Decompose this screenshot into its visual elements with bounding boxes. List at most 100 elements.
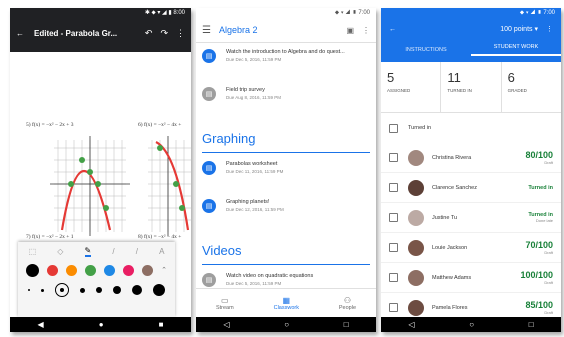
student-name: Matthew Adams <box>432 274 472 281</box>
size-3-selected[interactable] <box>54 283 69 297</box>
app-header: ☰ Algebra 2 ▣ ⋮ <box>196 18 376 42</box>
tab-instructions[interactable]: INSTRUCTIONS <box>381 47 471 53</box>
marker-icon[interactable]: / <box>112 247 114 256</box>
assignment-title: Watch video on quadratic equations <box>226 273 314 279</box>
more-vert-icon[interactable]: ⋮ <box>546 25 553 33</box>
back-arrow-icon[interactable]: ← <box>16 29 24 38</box>
student-checkbox[interactable] <box>389 243 398 252</box>
back-nav-icon[interactable]: ◁ <box>408 320 414 329</box>
student-checkbox[interactable] <box>389 153 398 162</box>
color-orange[interactable] <box>66 264 78 276</box>
grade-status: Draft <box>544 160 553 165</box>
size-6[interactable] <box>113 286 122 294</box>
pen-icon[interactable]: ✎ <box>84 246 92 257</box>
student-grade: 85/100 <box>525 300 553 310</box>
worksheet-canvas[interactable]: 5) f(x) = −x² − 2x + 3 6) f(x) = −x² − 4… <box>10 52 191 272</box>
student-name: Pamela Flores <box>432 304 468 311</box>
tab-classwork[interactable]: ▦ Classwork <box>274 296 299 311</box>
more-vert-icon[interactable]: ⋮ <box>362 26 370 35</box>
more-vert-icon[interactable]: ⋮ <box>176 28 185 39</box>
color-blue[interactable] <box>104 264 116 276</box>
highlighter-icon[interactable]: / <box>136 247 138 256</box>
stat-number: 5 <box>387 70 395 85</box>
recents-nav-icon[interactable]: ■ <box>159 320 164 329</box>
size-5[interactable] <box>96 287 103 293</box>
back-nav-icon[interactable]: ◀ <box>38 320 44 329</box>
size-8[interactable] <box>153 284 166 296</box>
status-bar: ⬥ ▾ ◢ ▮ 7:00 <box>519 10 555 16</box>
student-row[interactable]: Louie Jackson 70/100 Draft <box>381 233 561 263</box>
due-date: Due Aug 8, 2016, 11:59 PM <box>226 95 281 100</box>
assignment-item[interactable]: ▤ Parabolas worksheet Due Dec 11, 2016, 1… <box>196 155 376 193</box>
student-checkbox[interactable] <box>389 213 398 222</box>
student-checkbox[interactable] <box>389 303 398 312</box>
grade-status: Draft <box>544 250 553 255</box>
stream-icon: ▭ <box>221 295 229 305</box>
student-row[interactable]: Christina Rivera 80/100 Draft <box>381 143 561 173</box>
turned-in-header: Turned in <box>381 113 561 143</box>
student-grade: 70/100 <box>525 240 553 250</box>
eraser-icon[interactable]: ◇ <box>57 247 63 256</box>
tab-stream[interactable]: ▭ Stream <box>216 296 234 311</box>
menu-icon[interactable]: ☰ <box>202 25 211 36</box>
color-red[interactable] <box>47 264 59 276</box>
dropdown-arrow-icon: ▾ <box>534 26 538 33</box>
back-nav-icon[interactable]: ◁ <box>223 320 229 329</box>
assignment-item[interactable]: ▤ Field trip survey Due Aug 8, 2016, 11:5… <box>196 81 376 119</box>
back-arrow-icon[interactable]: ← <box>389 26 396 33</box>
student-checkbox[interactable] <box>389 273 398 282</box>
redo-icon[interactable]: ↷ <box>160 28 168 39</box>
student-row[interactable]: Matthew Adams 100/100 Draft <box>381 263 561 293</box>
student-row[interactable]: Clarence Sanchez Turned in <box>381 173 561 203</box>
recents-nav-icon[interactable]: □ <box>344 320 349 329</box>
phone-student-work: ⬥ ▾ ◢ ▮ 7:00 ← 100 points ▾ ⋮ INSTRUCTIO… <box>381 8 561 332</box>
select-all-checkbox[interactable] <box>389 123 398 133</box>
size-2[interactable] <box>40 288 44 292</box>
phone-drawing-editor: ✱ ⬥ ▾ ◢ ▮ 8:00 ← Edited - Parabola Gr...… <box>10 8 191 332</box>
student-name: Clarence Sanchez <box>432 184 477 191</box>
stat-number: 6 <box>507 70 515 85</box>
app-header: ✱ ⬥ ▾ ◢ ▮ 8:00 ← Edited - Parabola Gr...… <box>10 8 191 52</box>
student-checkbox[interactable] <box>389 183 398 192</box>
avatar <box>408 269 424 286</box>
home-nav-icon[interactable]: ○ <box>469 320 474 329</box>
chevron-up-icon[interactable]: ⌃ <box>161 266 167 274</box>
color-black[interactable] <box>26 263 39 277</box>
calendar-icon[interactable]: ▣ <box>346 26 354 35</box>
classwork-icon: ▦ <box>282 295 291 305</box>
assignment-item[interactable]: ▤ Watch the introduction to Algebra and … <box>196 43 376 81</box>
student-row[interactable]: Justine Tu Turned in Done late <box>381 203 561 233</box>
material-icon: ▤ <box>202 273 216 287</box>
size-4[interactable] <box>79 287 85 293</box>
stat-assigned[interactable]: 5 ASSIGNED <box>381 62 442 112</box>
tab-people-label: People <box>338 304 357 311</box>
select-tool-icon[interactable]: ⬚ <box>29 247 37 256</box>
color-brown[interactable] <box>142 264 154 276</box>
status-bar: ⬥ ▾ ◢ ▮ 7:00 <box>334 10 370 16</box>
stat-graded[interactable]: 6 GRADED <box>502 62 561 112</box>
size-1[interactable] <box>27 289 30 291</box>
assignment-item[interactable]: ▤ Graphing planets! Due Dec 12, 2016, 11:… <box>196 193 376 231</box>
avatar <box>408 299 424 316</box>
stat-label: TURNED IN <box>447 88 472 93</box>
tab-people[interactable]: ⚇ People <box>339 296 356 311</box>
tab-student-work[interactable]: STUDENT WORK <box>471 44 561 56</box>
points-dropdown[interactable]: 100 points ▾ <box>500 25 538 33</box>
text-tool-icon[interactable]: A <box>159 247 164 256</box>
undo-icon[interactable]: ↶ <box>145 28 153 39</box>
due-date: Due Dec 5, 2016, 11:59 PM <box>226 57 282 62</box>
home-nav-icon[interactable]: ○ <box>284 320 289 329</box>
student-grade: 80/100 <box>525 150 553 160</box>
color-pink[interactable] <box>123 264 135 276</box>
recents-nav-icon[interactable]: □ <box>529 320 534 329</box>
size-7[interactable] <box>132 285 143 295</box>
grade-status: Draft <box>544 310 553 315</box>
stats-row: 5 ASSIGNED 11 TURNED IN 6 GRADED <box>381 62 561 113</box>
status-time: 7:00 <box>543 10 555 16</box>
color-green[interactable] <box>85 264 97 276</box>
equation-5: 5) f(x) = −x² − 2x + 3 <box>26 122 74 128</box>
late-status: Done late <box>535 218 553 223</box>
stat-turned-in[interactable]: 11 TURNED IN <box>441 62 502 112</box>
grade-status: Draft <box>544 280 553 285</box>
home-nav-icon[interactable]: ● <box>99 320 104 329</box>
